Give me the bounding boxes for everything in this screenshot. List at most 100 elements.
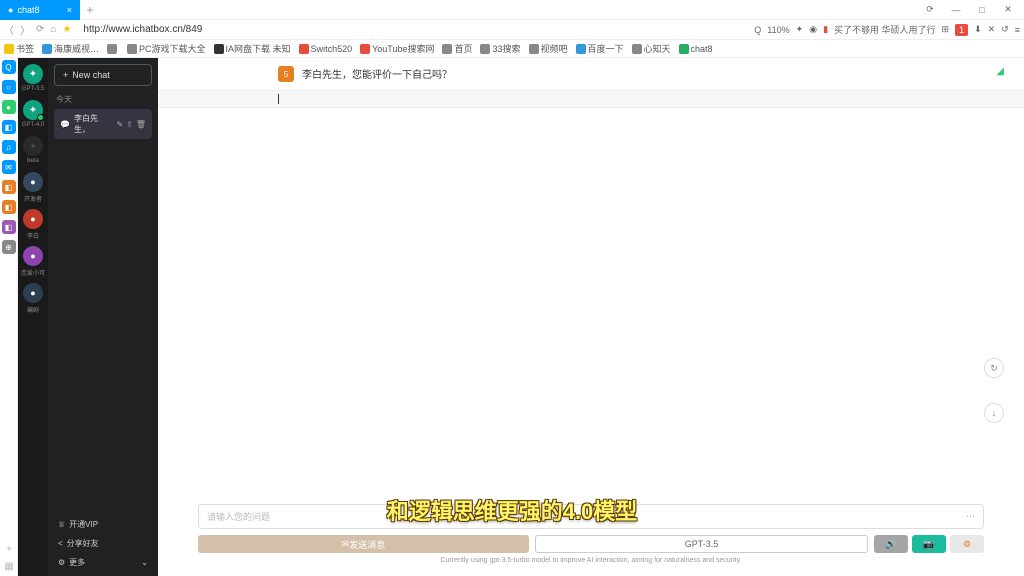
user-avatar: 5 [278,66,294,82]
persona-avatar: ● [23,283,43,303]
dock-app-icon[interactable]: ◧ [2,200,16,214]
bookmark-icon [299,44,309,54]
beta-button[interactable]: + beta [23,136,43,164]
bookmark-item[interactable] [107,44,119,54]
gear-icon: ⚙ [58,558,65,567]
dock-app-icon[interactable]: ◧ [2,220,16,234]
forward-icon[interactable]: 〉 [20,22,30,37]
plus-icon: + [23,136,43,156]
bookmark-icon [360,44,370,54]
conversation-item[interactable]: 💬 李白先生， ✎ ⇪ 🗑 [54,109,152,139]
promo-text: 买了不够用 华硕人用了行 [834,23,936,36]
grid-icon[interactable]: ▦ [4,561,13,572]
dock-app-icon[interactable]: ○ [2,80,16,94]
bookmark-item[interactable]: 视频吧 [529,42,568,55]
reload-icon[interactable]: ⟳ [36,24,44,35]
address-bar: 〈 〉 ⟳ ⌂ ★ http://www.ichatbox.cn/849 Q 1… [0,20,1024,40]
dock-app-icon[interactable]: ◧ [2,120,16,134]
bookmark-item[interactable]: 首页 [442,42,472,55]
bookmark-icon [4,44,14,54]
speaker-icon: 🔊 [885,539,896,550]
status-text: Currently using gpt-3.5-turbo model to i… [198,557,984,564]
persona-button[interactable]: ●李白 [21,209,45,240]
bookmark-item[interactable]: YouTube搜索网 [360,42,434,55]
star-icon[interactable]: ★ [62,24,71,35]
dock-app-icon[interactable]: ◧ [2,180,16,194]
minimize-button[interactable]: — [944,2,968,18]
notification-badge[interactable]: 1 [955,24,968,36]
bookmark-icon [632,44,642,54]
home-icon[interactable]: ⌂ [50,24,56,35]
refresh-icon[interactable]: ⟳ [918,2,942,18]
camera-button[interactable]: 📷 [912,535,946,553]
bookmark-icon [679,44,689,54]
section-today: 今天 [48,92,158,107]
share-button[interactable]: <分享好友 [48,534,158,553]
bookmark-item[interactable]: 书签 [4,42,34,55]
tab-title: chat8 [17,5,39,15]
menu-icon[interactable]: ≡ [1015,25,1020,35]
url-field[interactable]: http://www.ichatbox.cn/849 [77,24,748,35]
vip-button[interactable]: ♕开通VIP [48,515,158,534]
shuffle-icon[interactable]: ✕ [988,24,996,35]
persona-button[interactable]: ●开发者 [21,172,45,203]
chevron-down-icon: ⌄ [141,558,148,567]
bookmark-item[interactable]: 海康威视… [42,42,99,55]
new-chat-button[interactable]: + New chat [54,64,152,86]
scroll-down-button[interactable]: ↓ [984,403,1004,423]
persona-button[interactable]: ●编剧 [21,283,45,314]
settings-button[interactable]: ⚙ [950,535,984,553]
more-icon[interactable]: ⋯ [966,511,975,522]
voice-button[interactable]: 🔊 [874,535,908,553]
dock-app-icon[interactable]: ⊕ [2,240,16,254]
zoom-level[interactable]: 110% [767,25,789,35]
assistant-response-row [158,90,1024,108]
persona-avatar: ● [23,246,43,266]
user-message-row: 5 李白先生，您能评价一下自己吗？ [158,58,1024,90]
camera-icon: 📷 [923,539,934,550]
crown-icon: ♕ [58,520,65,529]
share-icon[interactable]: ⇪ [126,120,133,129]
browser-tab[interactable]: ● chat8 × [0,0,80,20]
bookmark-item[interactable]: Switch520 [299,44,353,54]
dock-app-icon[interactable]: ✉ [2,160,16,174]
browser-titlebar: ● chat8 × + ⟳ — □ ✕ [0,0,1024,20]
model-gpt40[interactable]: ✦ GPT-4.0 [22,100,44,128]
search-icon[interactable]: Q [754,25,761,35]
plus-icon: + [63,70,68,80]
more-button[interactable]: ⚙更多⌄ [48,553,158,572]
user-message-text: 李白先生，您能评价一下自己吗？ [302,66,452,81]
new-tab-button[interactable]: + [80,3,100,17]
bottom-dock: + ▦ [0,544,18,576]
add-icon[interactable]: + [6,544,12,555]
model-switch-button[interactable]: GPT-3.5 [535,535,868,553]
history-icon[interactable]: ↺ [1001,24,1009,35]
compass-icon[interactable]: ◉ [809,24,817,35]
bookmark-item[interactable]: 33搜索 [480,42,520,55]
delete-icon[interactable]: 🗑 [136,120,146,129]
dock-app-icon[interactable]: Q [2,60,16,74]
regenerate-button[interactable]: ↻ [984,358,1004,378]
sidebar-footer: ♕开通VIP <分享好友 ⚙更多⌄ [48,511,158,576]
dock-app-icon[interactable]: ♫ [2,140,16,154]
back-icon[interactable]: 〈 [4,22,14,37]
bookmark-icon [529,44,539,54]
bookmark-item[interactable]: IA网盘下载 未知 [214,42,291,55]
globe-icon: ● [8,5,13,15]
bookmark-item[interactable]: 百度一下 [576,42,624,55]
maximize-button[interactable]: □ [970,2,994,18]
close-button[interactable]: ✕ [996,2,1020,18]
persona-button[interactable]: ●恋爱小可 [21,246,45,277]
edit-icon[interactable]: ✎ [116,120,123,129]
dock-app-icon[interactable]: ● [2,100,16,114]
close-icon[interactable]: × [67,5,72,15]
bookmark-item[interactable]: 心知天 [632,42,671,55]
bookmarks-bar: 书签海康威视… PC游戏下载大全 IA网盘下载 未知 Switch520 YouTube… [0,40,1024,58]
extension-icon[interactable]: ⊞ [942,24,950,35]
bookmark-item[interactable]: PC游戏下载大全 [127,42,206,55]
send-button[interactable]: ✉ 发送消息 [198,535,529,553]
download-icon[interactable]: ⬇ [974,24,982,35]
bookmark-item[interactable]: chat8 [679,44,713,54]
share-icon: < [58,539,63,548]
model-gpt35[interactable]: ✦ GPT-3.5 [22,64,44,92]
